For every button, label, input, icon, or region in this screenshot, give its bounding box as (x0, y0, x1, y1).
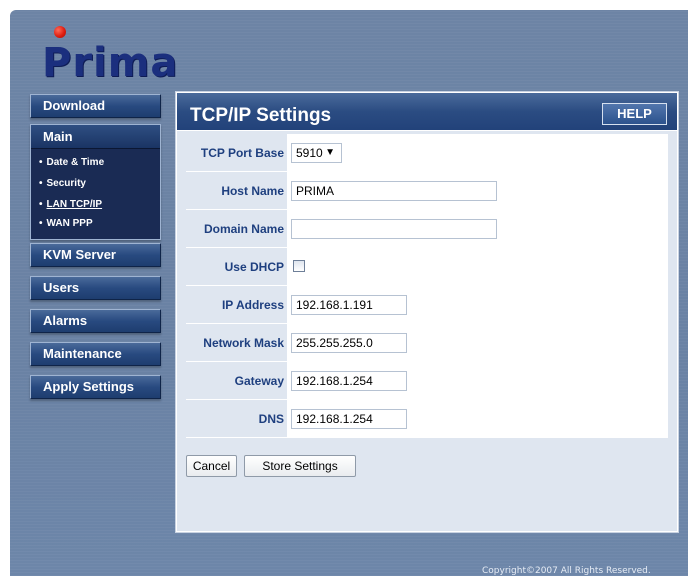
store-settings-button[interactable]: Store Settings (244, 455, 356, 477)
row-cell: 192.168.1.254 (286, 400, 668, 437)
nav-sub-lan-tcpip[interactable]: • LAN TCP/IP (39, 199, 102, 210)
nav-download[interactable]: Download (30, 94, 161, 118)
copyright-text: Copyright©2007 All Rights Reserved. (482, 566, 651, 576)
ip-address-label: IP Address (221, 298, 284, 312)
row-dns: DNS 192.168.1.254 (186, 400, 668, 438)
row-tcp-port-base: TCP Port Base 5910 ▼ (186, 134, 668, 172)
row-use-dhcp: Use DHCP (186, 248, 668, 286)
domain-name-input[interactable] (291, 219, 497, 239)
gateway-input[interactable]: 192.168.1.254 (291, 371, 407, 391)
row-cell (286, 248, 668, 285)
row-cell: 255.255.255.0 (286, 324, 668, 361)
nav-sub-security[interactable]: • Security (39, 178, 86, 189)
row-gateway: Gateway 192.168.1.254 (186, 362, 668, 400)
row-host-name: Host Name PRIMA (186, 172, 668, 210)
tcp-port-base-value: 5910 (296, 146, 323, 160)
dns-input[interactable]: 192.168.1.254 (291, 409, 407, 429)
logo-dot-icon (54, 26, 66, 38)
nav-alarms[interactable]: Alarms (30, 309, 161, 333)
cancel-button[interactable]: Cancel (186, 455, 237, 477)
domain-name-label: Domain Name (203, 222, 284, 236)
nav-kvm-server[interactable]: KVM Server (30, 243, 161, 267)
nav-sub-date-time[interactable]: • Date & Time (39, 157, 104, 168)
bullet-icon: • (39, 199, 43, 210)
row-cell: 192.168.1.254 (286, 362, 668, 399)
row-cell (286, 210, 668, 247)
bullet-icon: • (39, 218, 43, 229)
tcp-port-base-label: TCP Port Base (200, 146, 284, 160)
bullet-icon: • (39, 157, 43, 168)
bullet-icon: • (39, 178, 43, 189)
chevron-down-icon: ▼ (325, 147, 335, 158)
host-name-label: Host Name (221, 184, 284, 198)
tcp-port-base-select[interactable]: 5910 ▼ (291, 143, 342, 163)
nav-sub-wan-ppp[interactable]: • WAN PPP (39, 218, 93, 229)
help-button[interactable]: HELP (602, 103, 667, 125)
nav-apply-settings[interactable]: Apply Settings (30, 375, 161, 399)
nav-maintenance[interactable]: Maintenance (30, 342, 161, 366)
gateway-label: Gateway (234, 374, 284, 388)
use-dhcp-checkbox[interactable] (293, 260, 305, 272)
nav-main[interactable]: Main (31, 125, 160, 149)
network-mask-input[interactable]: 255.255.255.0 (291, 333, 407, 353)
row-domain-name: Domain Name (186, 210, 668, 248)
prima-logo: Prima (42, 40, 179, 86)
nav-users[interactable]: Users (30, 276, 161, 300)
row-cell: 5910 ▼ (286, 134, 668, 171)
ip-address-input[interactable]: 192.168.1.191 (291, 295, 407, 315)
nav-main-group: Main • Date & Time • Security • LAN TCP/IP … (30, 124, 161, 240)
row-cell: PRIMA (286, 172, 668, 209)
network-mask-label: Network Mask (203, 336, 284, 350)
use-dhcp-label: Use DHCP (224, 260, 284, 274)
panel-header: TCP/IP Settings HELP (177, 93, 677, 131)
row-cell: 192.168.1.191 (286, 286, 668, 323)
panel-title: TCP/IP Settings (190, 105, 332, 126)
row-ip-address: IP Address 192.168.1.191 (186, 286, 668, 324)
row-network-mask: Network Mask 255.255.255.0 (186, 324, 668, 362)
host-name-input[interactable]: PRIMA (291, 181, 497, 201)
dns-label: DNS (258, 412, 284, 426)
